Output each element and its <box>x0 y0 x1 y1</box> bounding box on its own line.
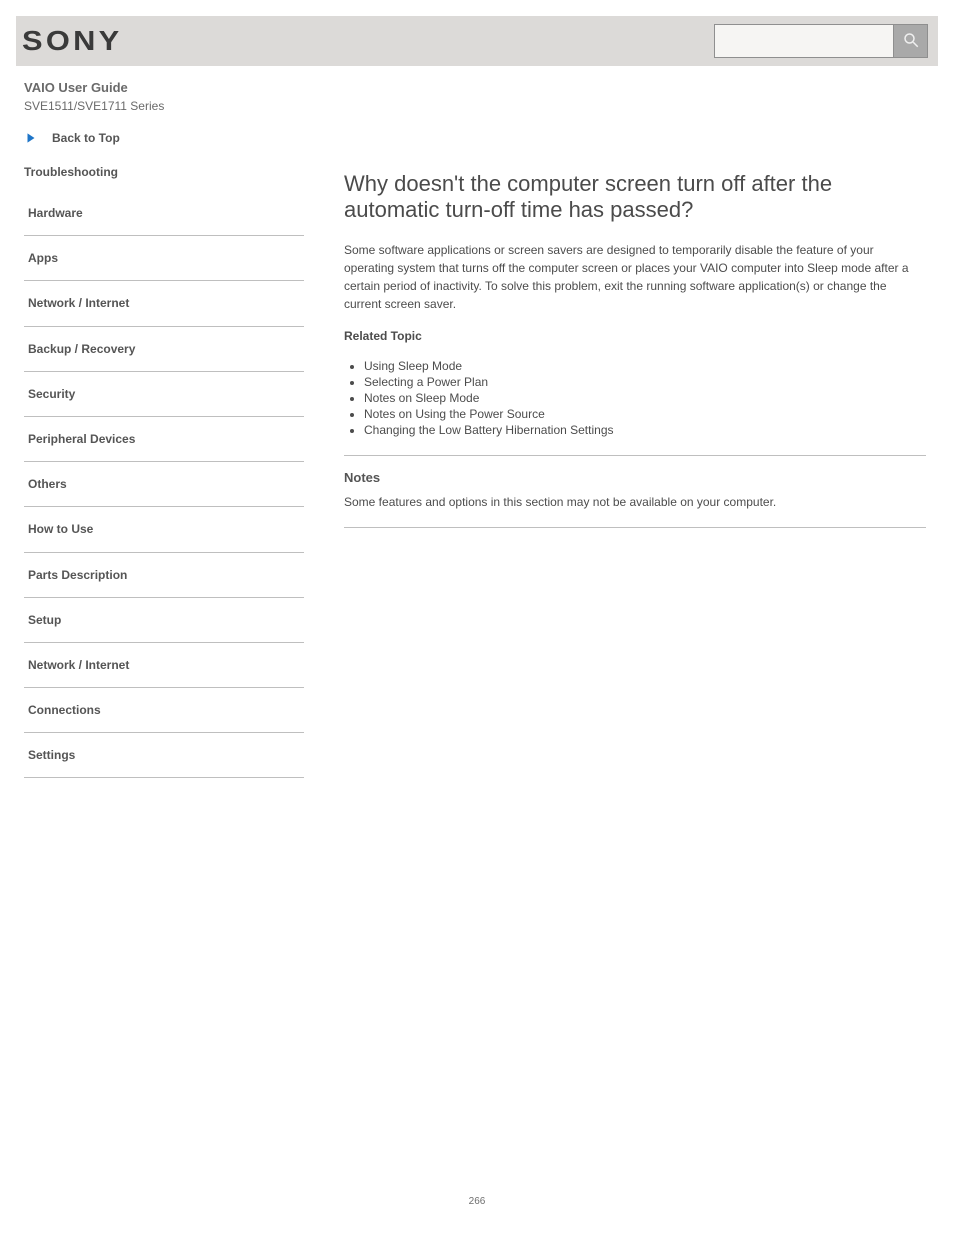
sidebar-item-label: Hardware <box>28 206 83 220</box>
divider <box>344 455 926 456</box>
page-title: Why doesn't the computer screen turn off… <box>344 171 926 223</box>
sidebar-item-label: Others <box>28 477 67 491</box>
sidebar-item-security[interactable]: Security <box>24 372 304 417</box>
sidebar-heading: Troubleshooting <box>24 165 304 179</box>
list-item[interactable]: Selecting a Power Plan <box>364 375 926 389</box>
sidebar-item-label: Parts Description <box>28 568 127 582</box>
sidebar-item-label: How to Use <box>28 522 93 536</box>
sidebar-item-how-to-use[interactable]: How to Use <box>24 507 304 552</box>
sidebar-item-label: Network / Internet <box>28 296 129 310</box>
page-number: 266 <box>0 1196 954 1207</box>
list-item-label: Using Sleep Mode <box>364 359 462 373</box>
list-item-label: Notes on Sleep Mode <box>364 391 479 405</box>
related-topic-heading: Related Topic <box>344 327 926 345</box>
related-topic-list: Using Sleep Mode Selecting a Power Plan … <box>344 359 926 437</box>
sidebar-item-apps[interactable]: Apps <box>24 236 304 281</box>
sidebar-item-backup-recovery[interactable]: Backup / Recovery <box>24 327 304 372</box>
sidebar-item-setup[interactable]: Setup <box>24 598 304 643</box>
sidebar: Troubleshooting Hardware Apps Network / … <box>24 165 304 778</box>
sidebar-item-peripheral-devices[interactable]: Peripheral Devices <box>24 417 304 462</box>
content-area: Troubleshooting Hardware Apps Network / … <box>16 165 938 778</box>
product-subtitle: SVE1511/SVE1711 Series <box>24 99 938 113</box>
search-button[interactable] <box>894 24 928 58</box>
sidebar-item-label: Apps <box>28 251 58 265</box>
header-bar: SONY <box>16 16 938 66</box>
sidebar-item-others[interactable]: Others <box>24 462 304 507</box>
sidebar-item-connections[interactable]: Connections <box>24 688 304 733</box>
sidebar-item-hardware[interactable]: Hardware <box>24 191 304 236</box>
divider <box>344 527 926 528</box>
sidebar-item-network-internet-2[interactable]: Network / Internet <box>24 643 304 688</box>
sidebar-item-label: Backup / Recovery <box>28 342 135 356</box>
sidebar-item-parts-description[interactable]: Parts Description <box>24 553 304 598</box>
list-item[interactable]: Notes on Using the Power Source <box>364 407 926 421</box>
back-icon[interactable] <box>24 131 38 145</box>
sidebar-item-label: Peripheral Devices <box>28 432 135 446</box>
sidebar-item-label: Connections <box>28 703 101 717</box>
main-content: Why doesn't the computer screen turn off… <box>344 165 938 778</box>
list-item[interactable]: Notes on Sleep Mode <box>364 391 926 405</box>
list-item-label: Notes on Using the Power Source <box>364 407 545 421</box>
search-group <box>714 24 928 58</box>
sidebar-item-settings[interactable]: Settings <box>24 733 304 778</box>
sidebar-item-network-internet[interactable]: Network / Internet <box>24 281 304 326</box>
sidebar-item-label: Security <box>28 387 75 401</box>
list-item[interactable]: Using Sleep Mode <box>364 359 926 373</box>
sidebar-item-label: Network / Internet <box>28 658 129 672</box>
breadcrumb: Back to Top <box>24 131 938 145</box>
nav-back-to-top[interactable]: Back to Top <box>52 131 120 145</box>
list-item[interactable]: Changing the Low Battery Hibernation Set… <box>364 423 926 437</box>
notes-text: Some features and options in this sectio… <box>344 493 926 511</box>
search-icon <box>902 31 920 52</box>
list-item-label: Selecting a Power Plan <box>364 375 488 389</box>
body-paragraph: Some software applications or screen sav… <box>344 241 926 313</box>
sidebar-item-label: Setup <box>28 613 61 627</box>
product-title: VAIO User Guide <box>24 80 938 95</box>
list-item-label: Changing the Low Battery Hibernation Set… <box>364 423 614 437</box>
sidebar-item-label: Settings <box>28 748 75 762</box>
notes-heading: Notes <box>344 470 926 485</box>
search-input[interactable] <box>714 24 894 58</box>
brand-logo: SONY <box>22 25 122 57</box>
